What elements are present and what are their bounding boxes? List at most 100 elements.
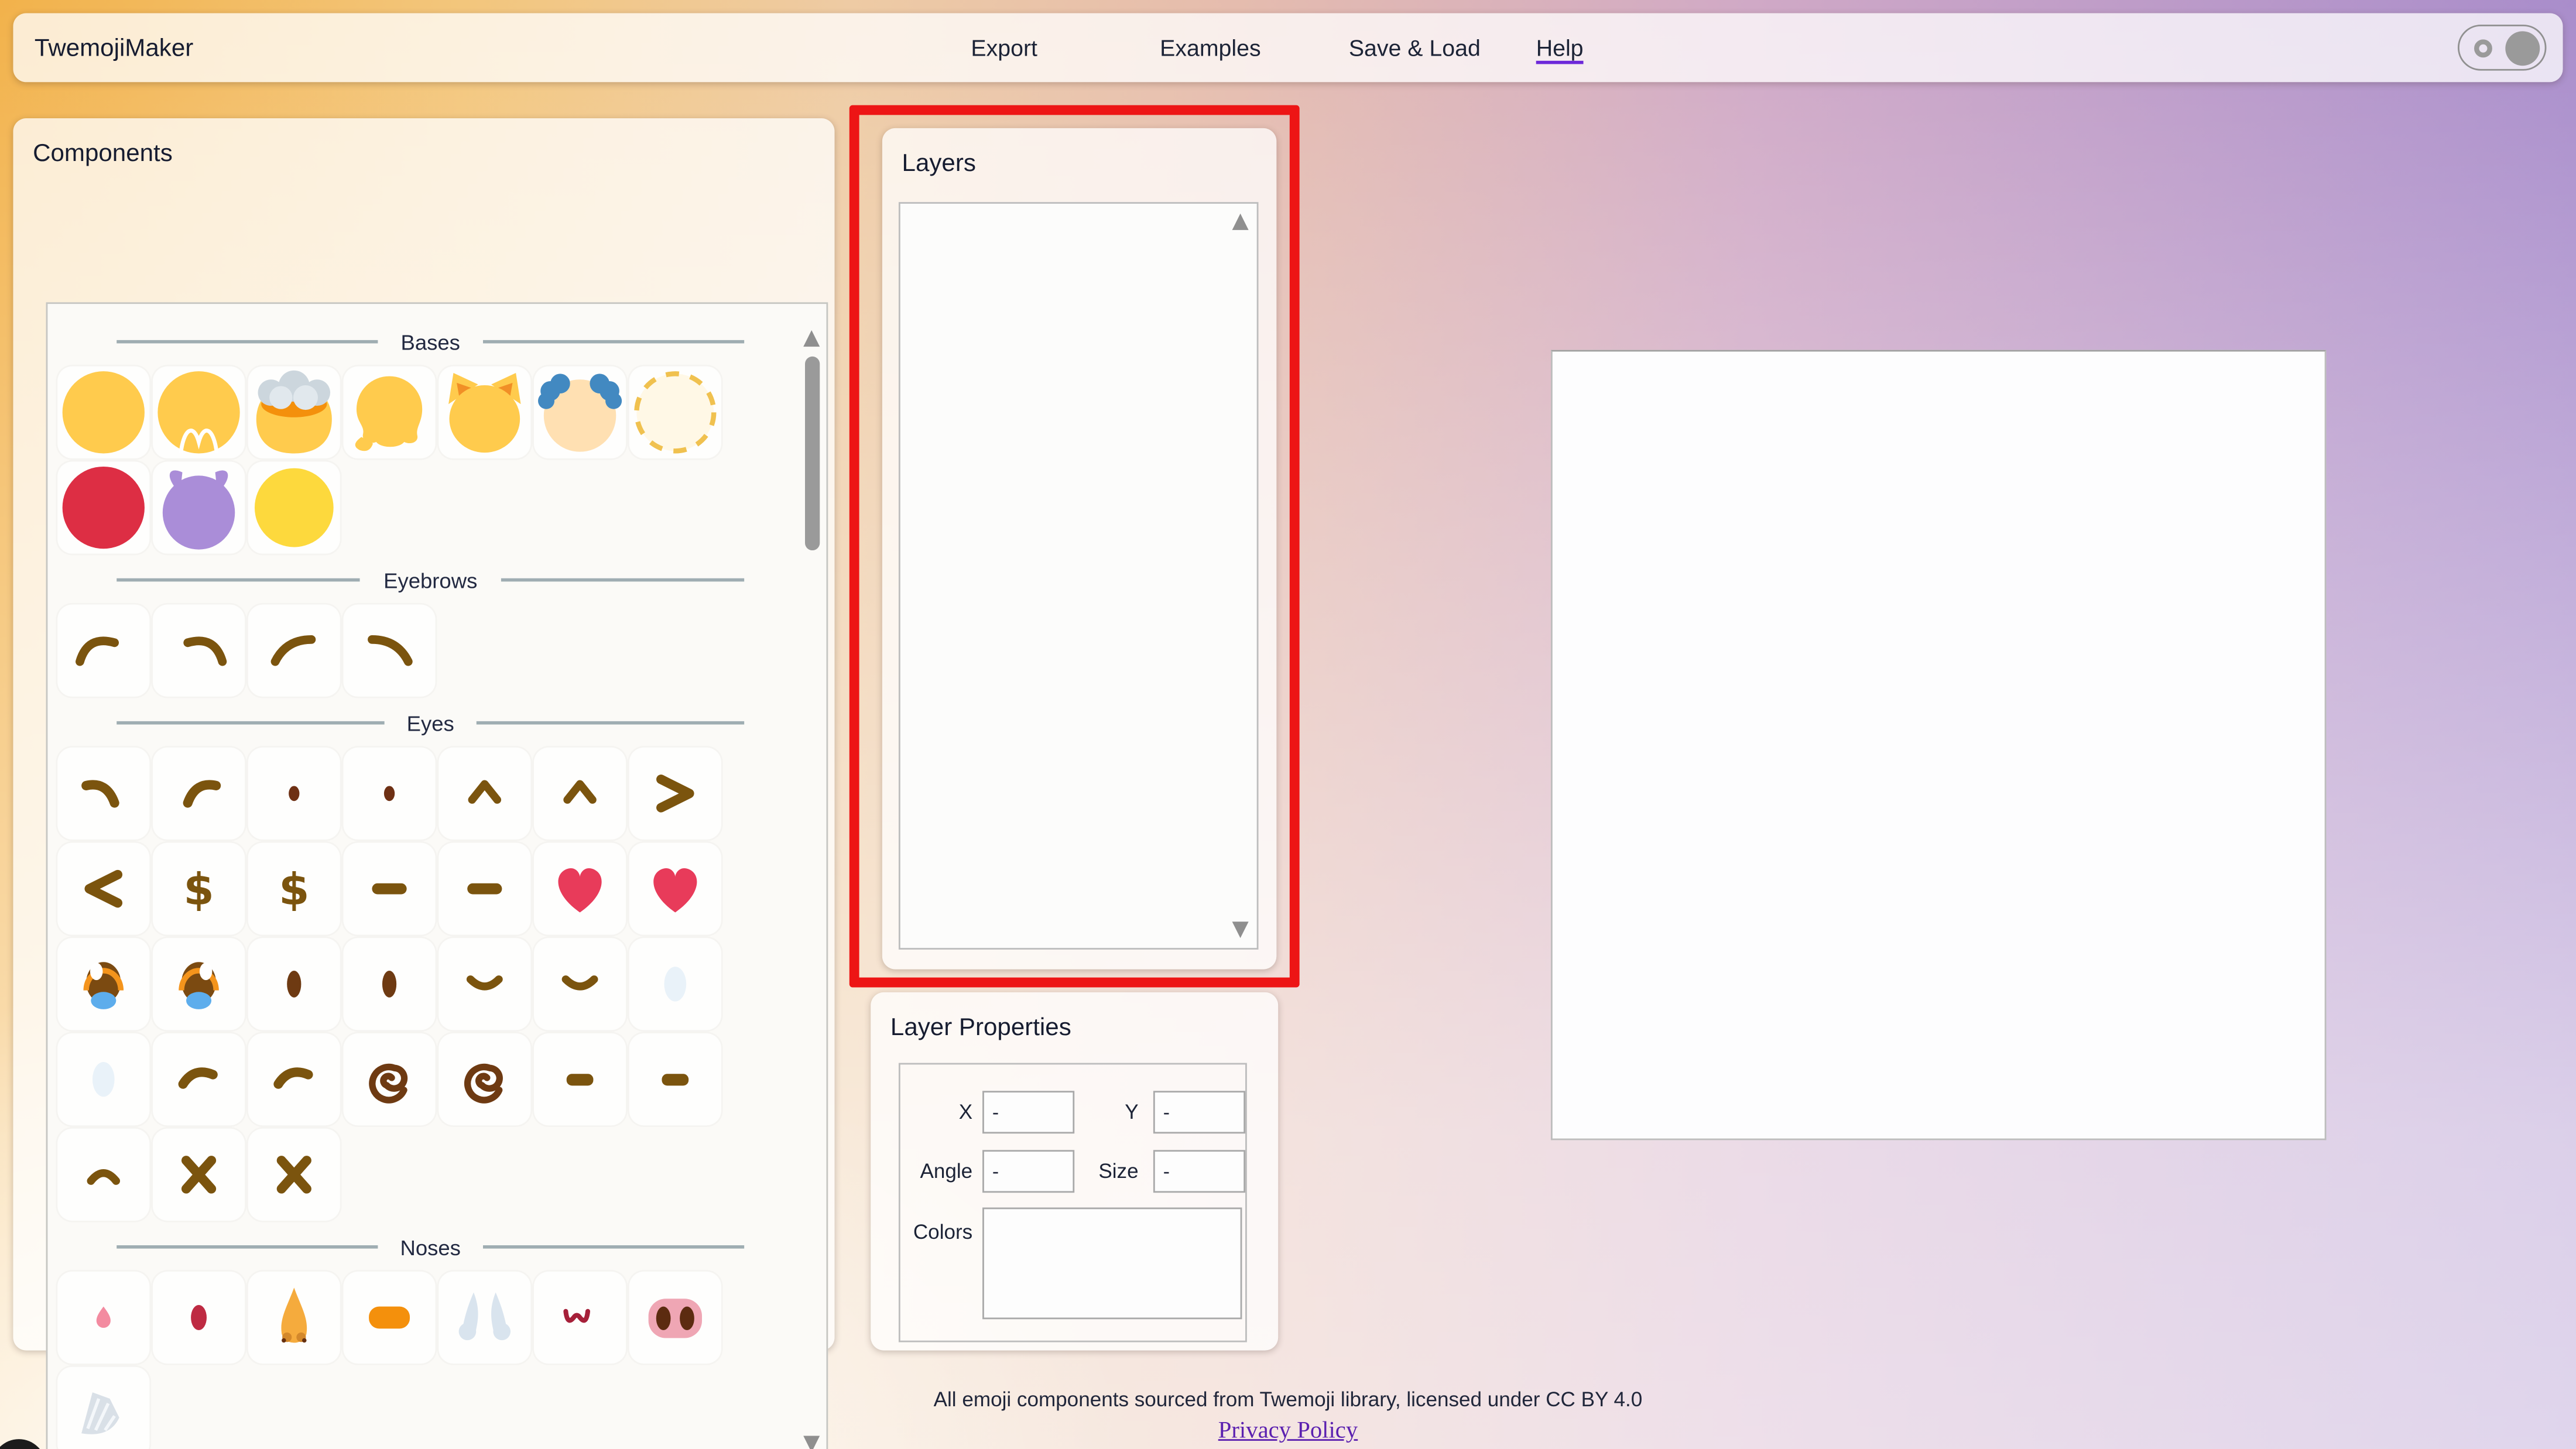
divider-line [501,578,745,581]
divider-line [117,1246,377,1248]
eye-wink-left[interactable] [57,748,149,840]
privacy-policy-link[interactable]: Privacy Policy [1218,1418,1358,1444]
divider-line [117,578,361,581]
eye-curve-left[interactable] [153,1033,245,1125]
eye-x-right[interactable] [248,1129,340,1221]
section-label: Eyebrows [383,568,477,592]
app-title: TwemojiMaker [35,13,193,82]
emoji-canvas[interactable] [1551,350,2326,1140]
eye-white-oval-left[interactable] [629,938,721,1030]
eye-curve-right[interactable] [248,1033,340,1125]
size-field[interactable] [1153,1150,1245,1193]
layer-properties-title: Layer Properties [890,1013,1071,1042]
eye-spiral-left[interactable] [343,1033,435,1125]
eye-caret-right[interactable] [534,748,626,840]
twemoji-maker-app: TwemojiMaker Export Examples Save & Load… [0,0,2576,1449]
base-red-circle[interactable] [57,462,149,554]
divider-line [484,1246,744,1248]
examples-button[interactable]: Examples [1150,13,1270,82]
eye-spiral-right[interactable] [439,1033,530,1125]
eye-dot-right[interactable] [343,748,435,840]
eye-wink-right[interactable] [153,748,245,840]
base-yellow-circle[interactable] [57,366,149,458]
help-link[interactable]: Help [1526,13,1593,82]
divider-line [117,341,378,343]
x-field[interactable] [982,1091,1074,1133]
section-header-bases: Bases [117,326,744,358]
header-bar: TwemojiMaker Export Examples Save & Load… [13,13,2563,82]
nose-pink-drop[interactable] [57,1272,149,1364]
layers-scroll-up-icon[interactable] [1232,214,1249,230]
nose-witch[interactable] [248,1272,340,1364]
eyebrow-curved-left[interactable] [248,605,340,697]
eye-short-dash-right[interactable] [629,1033,721,1125]
eye-dash-right[interactable] [439,843,530,935]
angle-label: Angle [900,1160,972,1183]
eye-closed-down-left[interactable] [439,938,530,1030]
eye-chevron-right[interactable] [629,748,721,840]
base-cat-face[interactable] [439,366,530,458]
base-melting-face[interactable] [343,366,435,458]
y-field[interactable] [1153,1091,1245,1133]
layer-properties-box: X Y Angle Size Colors [899,1063,1247,1342]
nose-orange-bar[interactable] [343,1272,435,1364]
components-scrollbar [801,304,821,1449]
layers-list[interactable] [899,202,1259,950]
component-row [57,366,826,458]
colors-label: Colors [900,1221,972,1244]
eye-dollar-left[interactable]: $ [153,843,245,935]
eye-chevron-left[interactable] [57,843,149,935]
component-row [57,1272,826,1364]
eye-dash-left[interactable] [343,843,435,935]
eyebrow-raised-right[interactable] [153,605,245,697]
eye-dollar-right[interactable]: $ [248,843,340,935]
base-hamster-face[interactable] [153,366,245,458]
layers-panel-title: Layers [902,149,976,177]
component-row [57,1129,826,1221]
eye-pleading-right[interactable] [153,938,245,1030]
eye-oval-right[interactable] [343,938,435,1030]
eye-dot-left[interactable] [248,748,340,840]
eye-oval-left[interactable] [248,938,340,1030]
eyebrow-raised-left[interactable] [57,605,149,697]
eye-caret-left[interactable] [439,748,530,840]
nose-steam-puffs[interactable] [439,1272,530,1364]
components-list: BasesEyebrowsEyes$$NosesMouths [47,304,826,1449]
base-purple-imp[interactable] [153,462,245,554]
layer-properties-panel: Layer Properties X Y Angle Size Colors [871,992,1278,1351]
eye-white-oval-right[interactable] [57,1033,149,1125]
eye-heart-right[interactable] [629,843,721,935]
base-exploding-head[interactable] [248,366,340,458]
component-row [57,1033,826,1125]
colors-box [982,1207,1242,1319]
divider-line [117,722,383,724]
nose-red-curl[interactable] [534,1272,626,1364]
save-load-button[interactable]: Save & Load [1339,13,1491,82]
eye-heart-left[interactable] [534,843,626,935]
export-button[interactable]: Export [961,13,1047,82]
scroll-up-icon[interactable] [803,330,820,347]
nose-pig-snout[interactable] [629,1272,721,1364]
dark-mode-toggle[interactable] [2458,25,2547,71]
eye-short-dash-left[interactable] [534,1033,626,1125]
layers-scroll-down-icon[interactable] [1232,922,1249,938]
y-label: Y [1081,1101,1138,1123]
eye-pleading-left[interactable] [57,938,149,1030]
base-dashed-outline[interactable] [629,366,721,458]
eye-closed-down-right[interactable] [534,938,626,1030]
eyebrow-curved-right[interactable] [343,605,435,697]
angle-field[interactable] [982,1150,1074,1193]
x-label: X [900,1101,972,1123]
components-scroll-area[interactable]: BasesEyebrowsEyes$$NosesMouths [46,302,828,1449]
base-bright-yellow-circle[interactable] [248,462,340,554]
layers-panel: Layers [882,128,1276,970]
components-scrollbar-thumb[interactable] [805,357,820,550]
component-row [57,938,826,1030]
base-blue-hair-face[interactable] [534,366,626,458]
eye-small-arc[interactable] [57,1129,149,1221]
eye-x-left[interactable] [153,1129,245,1221]
component-row [57,748,826,840]
section-label: Eyes [407,711,454,735]
nose-red-oval[interactable] [153,1272,245,1364]
sun-icon [2474,39,2492,57]
